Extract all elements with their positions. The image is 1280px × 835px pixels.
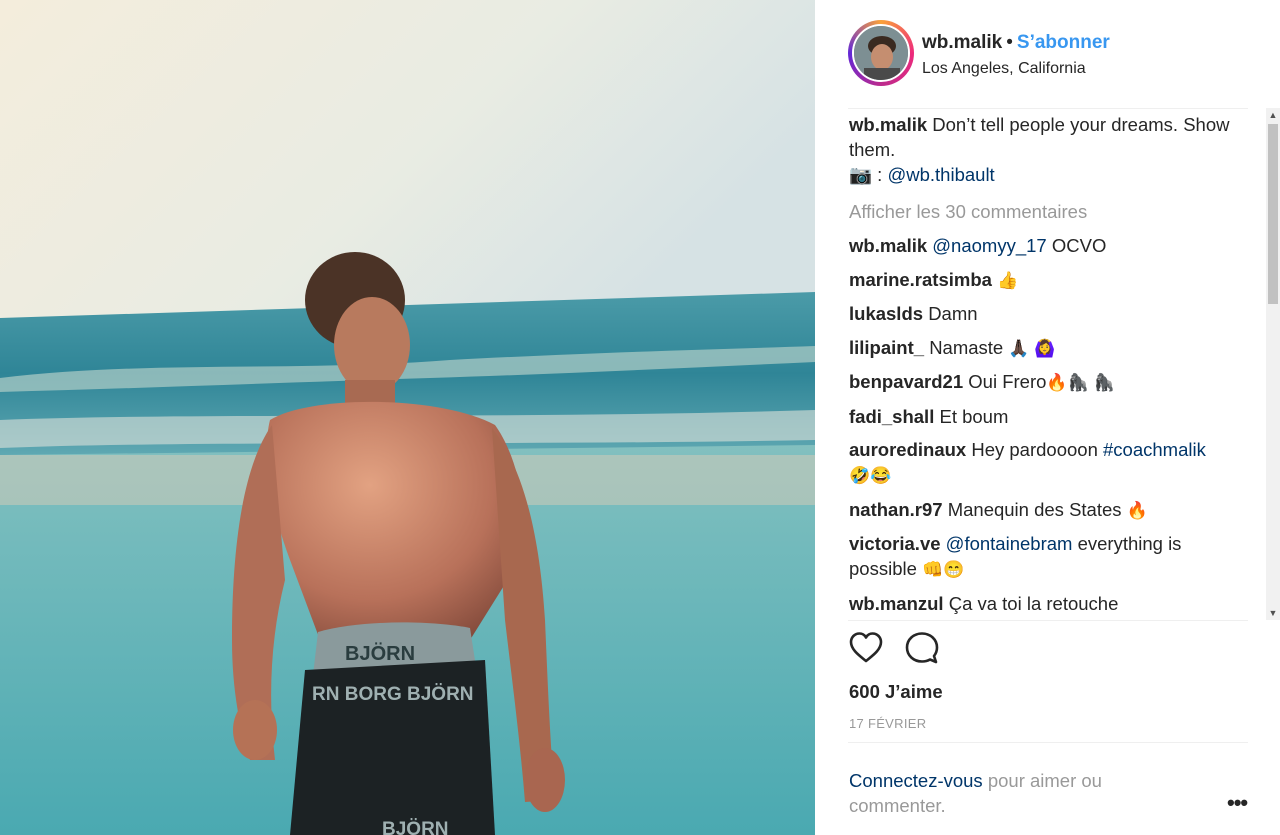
brand-text: RN BORG BJÖRN — [312, 684, 474, 705]
separator-dot: • — [1006, 32, 1013, 53]
divider — [848, 620, 1248, 621]
comment-item: nathan.r97 Manequin des States 🔥 — [849, 497, 1254, 523]
comment-item: marine.ratsimba 👍 — [849, 267, 1254, 293]
camera-icon: 📷 : — [849, 164, 883, 185]
comment-username[interactable]: nathan.r97 — [849, 499, 943, 520]
comment-item: lukaslds Damn — [849, 301, 1254, 326]
comments-list[interactable]: wb.malik Don’t tell people your dreams. … — [849, 112, 1254, 617]
comment-username[interactable]: marine.ratsimba — [849, 269, 992, 290]
comment-item: auroredinaux Hey pardoooon #coachmalik 🤣… — [849, 437, 1254, 488]
comment-username[interactable]: lilipaint_ — [849, 337, 924, 358]
follow-button[interactable]: S’abonner — [1017, 32, 1110, 53]
avatar-story-ring[interactable] — [848, 20, 914, 86]
brand-text: BJÖRN — [345, 642, 415, 665]
comment-text: Et boum — [939, 405, 1009, 427]
comment-item: wb.malik @naomyy_17 OCVO — [849, 233, 1254, 258]
comment-emoji: 👊😁 — [922, 560, 965, 579]
scrollbar-thumb[interactable] — [1268, 124, 1278, 304]
post-details-panel: wb.malik • S’abonner Los Angeles, Californ… — [815, 0, 1280, 835]
more-icon[interactable]: ••• — [1227, 790, 1248, 816]
comment-item: lilipaint_ Namaste 🙏🏿 🙆‍♀️ — [849, 335, 1254, 361]
post-photo[interactable]: BJÖRN RN BORG BJÖRN BJÖRN — [0, 0, 815, 835]
beach-photo: BJÖRN RN BORG BJÖRN BJÖRN — [0, 0, 815, 835]
post-header: wb.malik • S’abonner Los Angeles, Californ… — [848, 20, 1248, 90]
post-date[interactable]: 17 FÉVRIER — [849, 716, 926, 731]
likes-count[interactable]: 600 J’aime — [849, 681, 943, 703]
comment-item: wb.manzul Ça va toi la retouche — [849, 591, 1254, 616]
comment-mention[interactable]: @naomyy_17 — [932, 235, 1046, 256]
action-bar — [848, 630, 1048, 670]
thumbs-up-emoji: 👍 — [997, 270, 1019, 290]
view-all-comments-link[interactable]: Afficher les 30 commentaires — [849, 199, 1254, 224]
comment-text: OCVO — [1051, 235, 1107, 256]
comment-emoji: 🤣😂 — [849, 466, 892, 485]
chevron-up-icon[interactable]: ▲ — [1266, 108, 1280, 122]
comment-username[interactable]: wb.manzul — [849, 593, 944, 614]
like-button[interactable] — [848, 630, 888, 670]
comment-emoji: 🔥 — [1126, 500, 1148, 520]
comments-scrollbar[interactable]: ▲ ▼ — [1266, 108, 1280, 620]
comment-text: Ça va toi la retouche — [948, 592, 1119, 614]
login-prompt: Connectez-vous pour aimer ou commenter. — [849, 768, 1179, 818]
brand-text: BJÖRN — [382, 819, 449, 835]
comment-item: victoria.ve @fontainebram everything is … — [849, 531, 1254, 582]
comment-username[interactable]: benpavard21 — [849, 371, 963, 392]
avatar[interactable] — [852, 24, 910, 82]
comment-emoji: 🙏🏿 🙆‍♀️ — [1008, 338, 1056, 358]
caption-mention[interactable]: @wb.thibault — [887, 164, 994, 185]
comment-item: benpavard21 Oui Frero🔥🦍 🦍 — [849, 369, 1254, 395]
comment-username[interactable]: auroredinaux — [849, 439, 966, 460]
comment-username[interactable]: wb.malik — [849, 235, 927, 256]
username-link[interactable]: wb.malik — [922, 32, 1002, 53]
login-link[interactable]: Connectez-vous — [849, 770, 983, 791]
comment-username[interactable]: victoria.ve — [849, 533, 941, 554]
comment-text: Namaste — [929, 336, 1004, 358]
comment-button[interactable] — [904, 630, 944, 670]
comment-text: Oui Frero — [968, 371, 1047, 392]
comment-item: fadi_shall Et boum — [849, 404, 1254, 429]
comment-username[interactable]: fadi_shall — [849, 406, 934, 427]
caption-username[interactable]: wb.malik — [849, 114, 927, 135]
comment-hashtag[interactable]: #coachmalik — [1103, 439, 1206, 460]
heart-icon — [849, 632, 883, 663]
divider — [848, 742, 1248, 743]
post-caption: wb.malik Don’t tell people your dreams. … — [849, 112, 1254, 187]
comment-username[interactable]: lukaslds — [849, 303, 923, 324]
comment-text: Manequin des States — [947, 498, 1122, 520]
comment-emoji: 🔥🦍 🦍 — [1046, 373, 1115, 392]
comment-text: Damn — [928, 303, 978, 324]
comment-mention[interactable]: @fontainebram — [946, 533, 1073, 554]
comment-icon — [905, 632, 939, 664]
chevron-down-icon[interactable]: ▼ — [1266, 606, 1280, 620]
comment-text: Hey pardoooon — [971, 439, 1098, 460]
location-link[interactable]: Los Angeles, California — [922, 60, 1086, 78]
divider — [848, 108, 1248, 109]
header-user-line: wb.malik • S’abonner — [922, 32, 1110, 54]
